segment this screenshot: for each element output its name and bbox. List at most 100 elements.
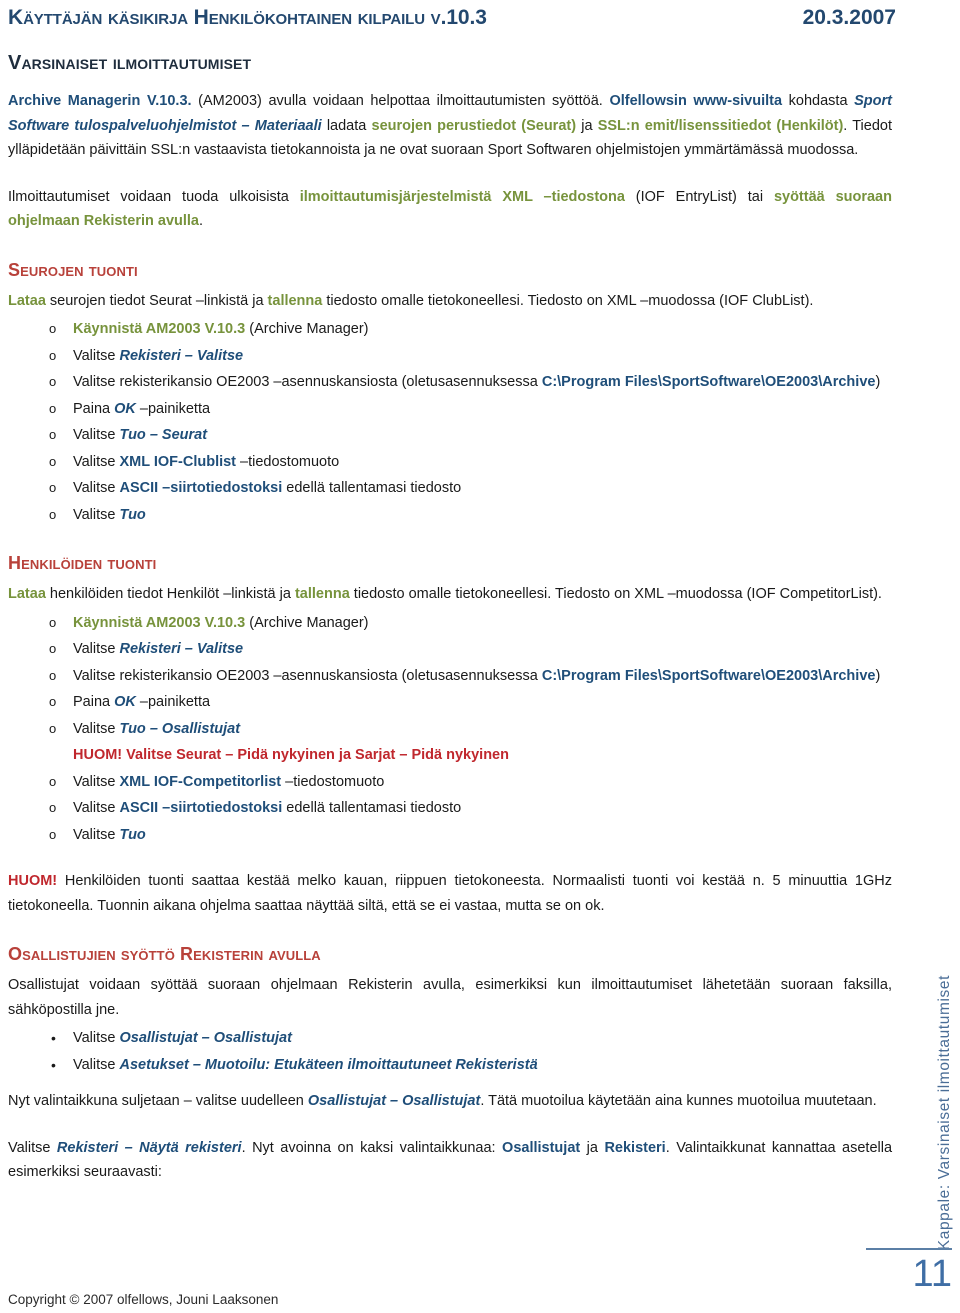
list-item-emphasis: Osallistujat – Osallistujat — [119, 1030, 292, 1046]
list-item: o Valitse ASCII –siirtotiedostoksi edellä… — [8, 796, 892, 821]
list-item-warning-note: HUOM! Valitse Seurat – Pidä nykyinen ja … — [73, 747, 509, 763]
intro-p1-text-h: ja — [576, 117, 598, 134]
list-item: o Valitse ASCII –siirtotiedostoksi edellä… — [8, 476, 892, 501]
list-item: o Valitse XML IOF-Clublist –tiedostomuoto — [8, 450, 892, 475]
intro-p1-text-f: ladata — [321, 117, 372, 134]
list-item-emphasis: Tuo – Seurat — [119, 427, 208, 443]
list-item-text: Valitse — [73, 480, 120, 496]
list-item: o Valitse Tuo — [8, 823, 892, 848]
list-item-emphasis: Rekisteri – Valitse — [119, 347, 244, 364]
list-item-text: Valitse — [73, 720, 120, 737]
last-text-a: Valitse — [8, 1139, 57, 1156]
list-item: o Valitse rekisterikansio OE2003 –asennus… — [8, 370, 892, 395]
after-text-c: . Tätä muotoilua käytetään aina kunnes m… — [480, 1093, 877, 1109]
list-bullet-circle-icon: o — [49, 374, 57, 389]
intro-p1-olfellows-link: Olfellowsin www-sivuilta — [609, 93, 783, 109]
list-item-text: Valitse rekisterikansio OE2003 –asennusk… — [73, 667, 542, 684]
henkiloiden-tuonti-intro: Lataa henkilöiden tiedot Henkilöt –linki… — [8, 582, 892, 607]
list-bullet-circle-icon: o — [49, 773, 57, 789]
henkiloiden-tuonti-steps: o Käynnistä AM2003 V.10.3 (Archive Manage… — [8, 611, 892, 848]
document-page: Käyttäjän käsikirja Henkilökohtainen kil… — [0, 0, 960, 1313]
seurojen-tuonti-intro: Lataa seurojen tiedot Seurat –linkistä j… — [8, 289, 892, 314]
list-item-text-tail: edellä tallentamasi tiedosto — [282, 480, 462, 496]
intro-paragraph-1: Archive Managerin V.10.3. (AM2003) avull… — [8, 89, 892, 163]
henkiloiden-lataa: Lataa — [8, 586, 46, 602]
section-heading-henkiloiden-tuonti: Henkilöiden tuonti — [8, 553, 157, 573]
list-item: o Valitse Rekisteri – Valitse — [8, 344, 892, 369]
intro-p1-henkilot-link: SSL:n emit/lisenssitiedot (Henkilöt) — [597, 117, 844, 134]
list-bullet-circle-icon: o — [49, 453, 57, 469]
header-date: 20.3.2007 — [802, 6, 896, 29]
list-item-text-tail: (Archive Manager) — [245, 614, 369, 631]
list-item-text-tail: ) — [875, 374, 881, 390]
list-item: o Paina OK –painiketta — [8, 397, 892, 422]
list-item-text: Paina — [73, 694, 115, 710]
list-item: o Käynnistä AM2003 V.10.3 (Archive Manage… — [8, 611, 892, 636]
list-item: o Valitse Tuo — [8, 503, 892, 528]
list-item-text: Valitse — [73, 506, 120, 523]
after-menu-path: Osallistujat – Osallistujat — [307, 1093, 481, 1109]
list-item-text-tail: ) — [875, 667, 881, 684]
list-item-text-tail: –tiedostomuoto — [281, 773, 385, 790]
list-item: o Valitse Tuo – Seurat — [8, 423, 892, 448]
last-window-rekisteri: Rekisteri — [604, 1139, 666, 1156]
page-title: Varsinaiset ilmoittautumiset — [8, 52, 252, 74]
list-item-emphasis: Tuo — [119, 506, 146, 523]
osallistujien-after-paragraph: Nyt valintaikkuna suljetaan – valitse uu… — [8, 1089, 892, 1114]
list-item-text: Valitse — [73, 453, 120, 470]
last-menu-path: Rekisteri – Näytä rekisteri — [56, 1139, 242, 1156]
list-bullet-circle-icon: o — [49, 667, 57, 683]
intro-p2-text-c: (IOF EntryList) tai — [624, 188, 774, 205]
intro-paragraph-2: Ilmoittautumiset voidaan tuoda ulkoisist… — [8, 185, 892, 234]
list-item-emphasis: Käynnistä AM2003 V.10.3 — [73, 614, 246, 631]
chapter-side-tab: Kappale: Varsinaiset ilmoittautumiset — [924, 975, 958, 1250]
seurojen-intro-d: tiedosto omalle tietokoneellesi. Tiedost… — [322, 292, 814, 309]
list-item-text: Valitse — [73, 1056, 120, 1073]
list-item-text: Paina — [73, 400, 115, 417]
after-text-a: Nyt valintaikkuna suljetaan – valitse uu… — [8, 1093, 308, 1109]
intro-p2-text-e: . — [199, 213, 204, 229]
list-item-text-tail: edellä tallentamasi tiedosto — [282, 800, 462, 816]
list-item: o Valitse XML IOF-Competitorlist –tiedost… — [8, 770, 892, 795]
henkiloiden-tallenna: tallenna — [294, 586, 350, 602]
list-bullet-circle-icon: o — [49, 347, 57, 363]
page-number: 11 — [912, 1253, 952, 1295]
list-item-text-tail: –painiketta — [135, 400, 211, 417]
list-item-text: Valitse — [73, 427, 120, 443]
list-item: o Valitse Rekisteri – Valitse — [8, 637, 892, 662]
list-item-emphasis: C:\Program Files\SportSoftware\OE2003\Ar… — [541, 667, 876, 684]
seurojen-tuonti-steps: o Käynnistä AM2003 V.10.3 (Archive Manage… — [8, 317, 892, 527]
list-item-emphasis: Tuo – Osallistujat — [119, 720, 241, 737]
list-item-emphasis: Tuo — [119, 826, 146, 843]
list-bullet-circle-icon: o — [49, 720, 57, 736]
list-item-emphasis: Asetukset – Muotoilu: Etukäteen ilmoitta… — [119, 1056, 538, 1073]
intro-p1-archive-manager: Archive Managerin V.10.3. — [8, 93, 192, 109]
list-item-emphasis: OK — [114, 694, 136, 710]
list-item-text: Valitse — [73, 800, 120, 816]
list-item-text: Valitse — [73, 641, 120, 657]
list-item-emphasis: XML IOF-Clublist — [119, 453, 237, 470]
list-item-emphasis: OK — [114, 400, 136, 417]
intro-p1-text-d: kohdasta — [782, 93, 855, 109]
list-bullet-circle-icon: o — [49, 641, 57, 656]
footer-copyright: Copyright © 2007 olfellows, Jouni Laakso… — [8, 1292, 279, 1307]
list-bullet-circle-icon: o — [49, 826, 57, 842]
list-item: • Valitse Asetukset – Muotoilu: Etukäteen… — [8, 1053, 892, 1078]
list-bullet-circle-icon: o — [49, 800, 57, 815]
list-item-text-tail: –painiketta — [135, 694, 211, 710]
henkiloiden-intro-d: tiedosto omalle tietokoneellesi. Tiedost… — [349, 586, 882, 602]
intro-p1-seurat-link: seurojen perustiedot (Seurat) — [371, 117, 577, 134]
list-bullet-circle-icon: o — [49, 427, 57, 442]
header-title: Käyttäjän käsikirja Henkilökohtainen kil… — [8, 6, 487, 29]
list-item: o Valitse Tuo – Osallistujat — [8, 717, 892, 742]
list-item-text: Valitse — [73, 773, 120, 790]
last-text-c: . Nyt avoinna on kaksi valintaikkunaa: — [241, 1139, 503, 1156]
intro-p2-text-a: Ilmoittautumiset voidaan tuoda ulkoisist… — [8, 188, 300, 205]
henkiloiden-intro-b: henkilöiden tiedot Henkilöt –linkistä ja — [45, 586, 295, 602]
seurojen-tallenna: tallenna — [267, 292, 323, 309]
running-header: Käyttäjän käsikirja Henkilökohtainen kil… — [8, 6, 896, 30]
